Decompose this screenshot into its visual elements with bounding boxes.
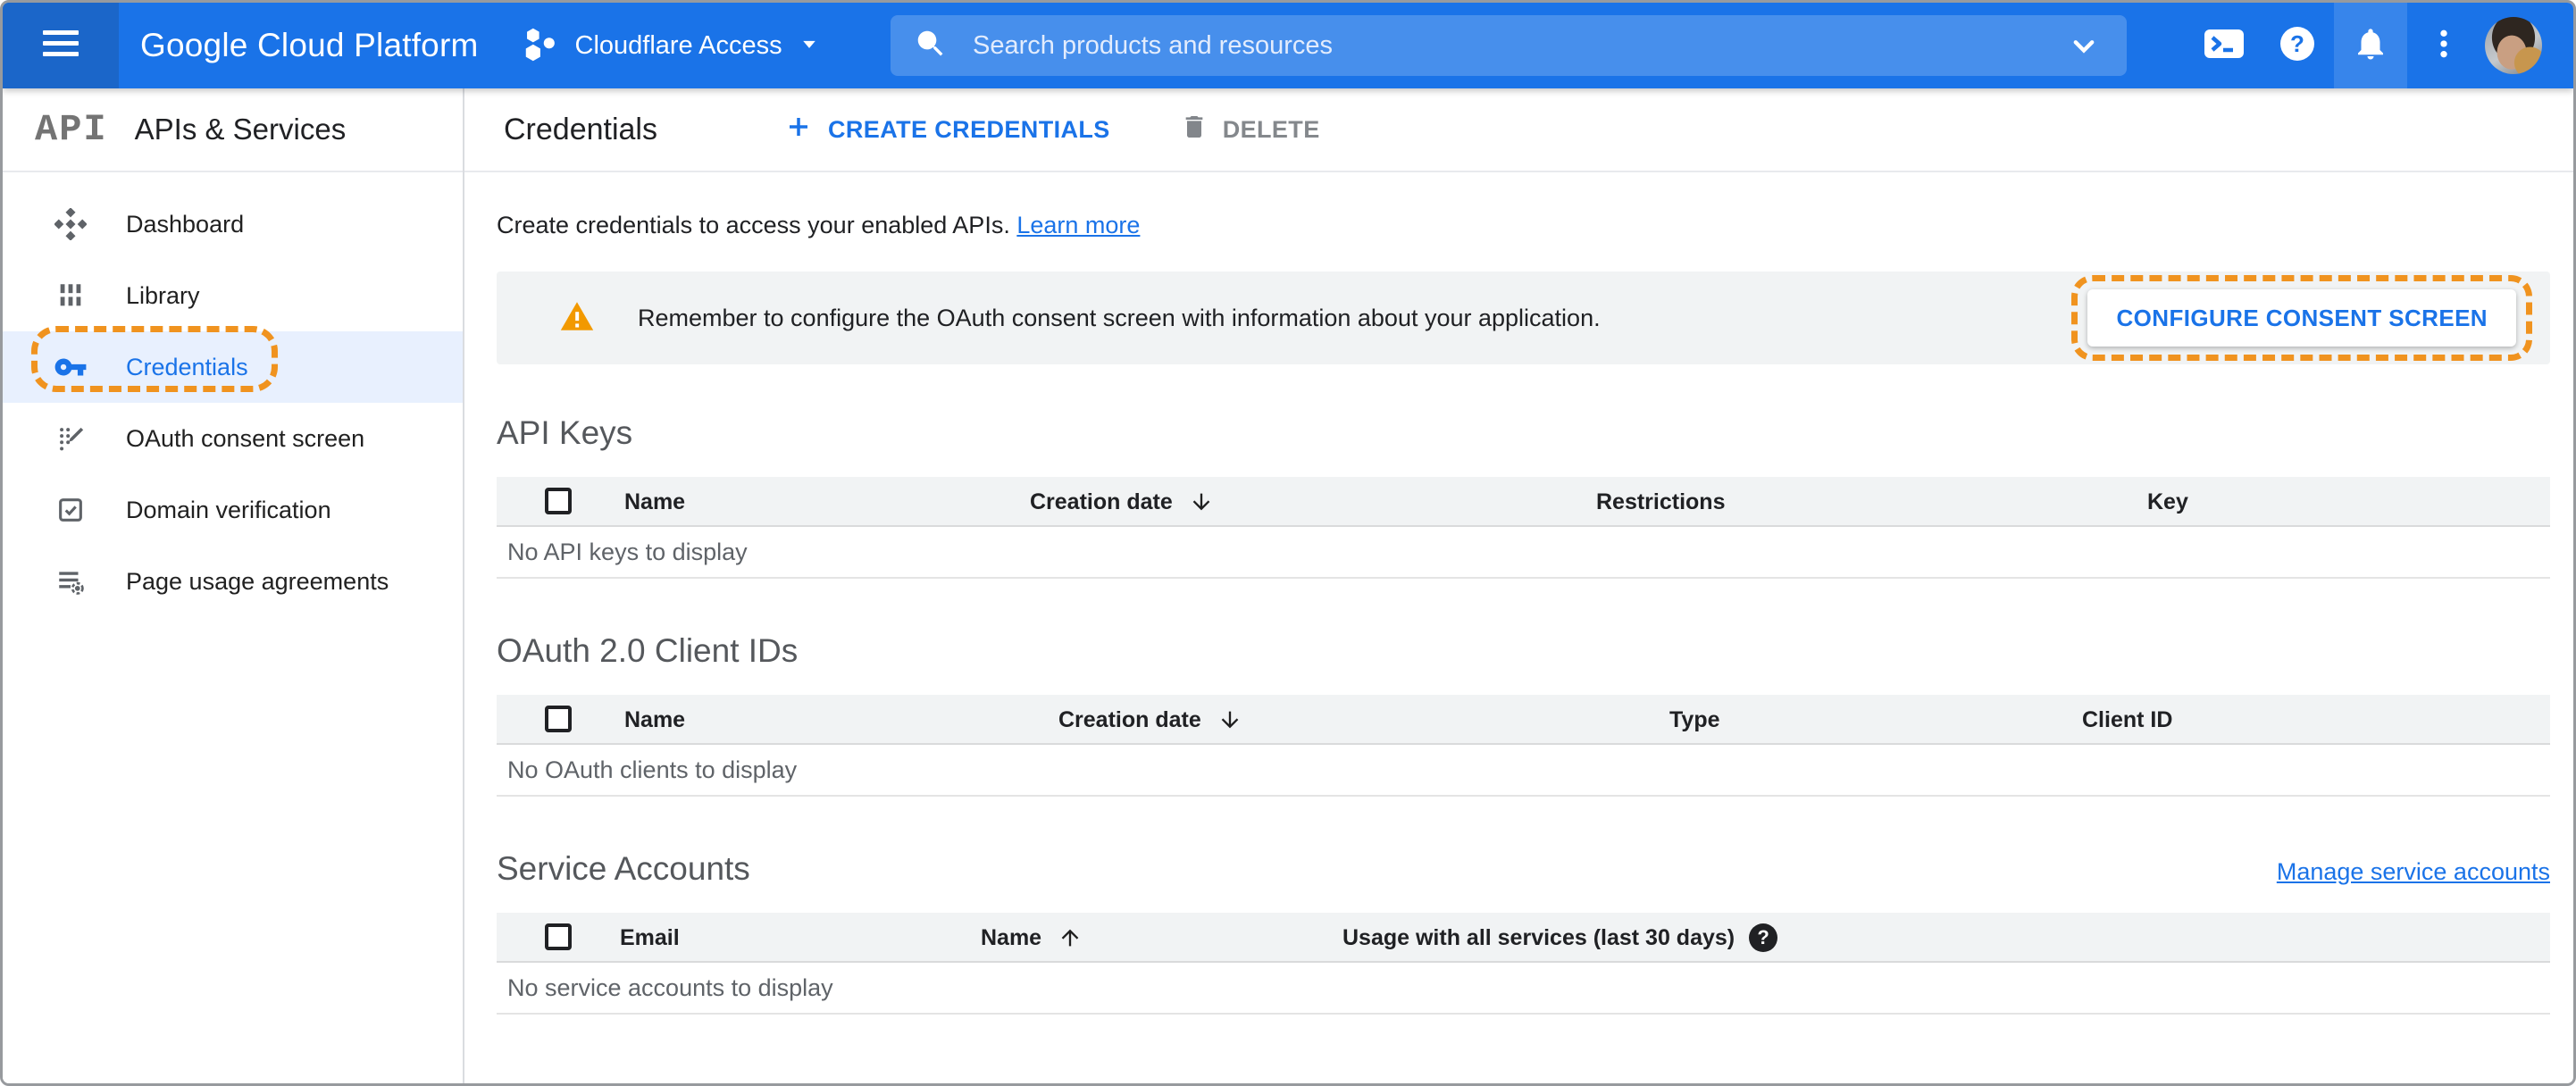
gcp-console-window: Google Cloud Platform Cloudflare Access … <box>0 0 2576 1086</box>
column-header-key[interactable]: Key <box>2147 477 2188 527</box>
column-header-type[interactable]: Type <box>1669 695 1720 745</box>
sidebar-item-library[interactable]: Library <box>3 260 463 331</box>
column-header-name[interactable]: Name <box>981 913 1083 963</box>
delete-button[interactable]: DELETE <box>1180 113 1320 147</box>
service-accounts-section-title: Service Accounts <box>497 850 750 887</box>
create-credentials-button[interactable]: CREATE CREDENTIALS <box>785 113 1110 146</box>
page-toolbar: Credentials CREATE CREDENTIALS DELETE <box>464 88 2573 172</box>
sidebar-item-page-usage-agreements[interactable]: Page usage agreements <box>3 546 463 617</box>
column-header-restrictions[interactable]: Restrictions <box>1596 477 1725 527</box>
delete-label: DELETE <box>1222 115 1320 143</box>
sidebar-header: API APIs & Services <box>3 88 463 172</box>
api-keys-empty-state: No API keys to display <box>497 527 2550 579</box>
api-keys-table-header: Name Creation date Restrictions Key <box>497 477 2550 527</box>
more-options-button[interactable] <box>2407 3 2480 88</box>
main-panel: Credentials CREATE CREDENTIALS DELETE Cr <box>464 88 2573 1083</box>
select-all-checkbox[interactable] <box>545 923 572 950</box>
warning-message: Remember to configure the OAuth consent … <box>638 304 1601 331</box>
sidebar-item-label: Domain verification <box>126 496 331 523</box>
domain-verification-icon <box>53 495 88 525</box>
account-button[interactable] <box>2480 17 2547 74</box>
sidebar-item-label: OAuth consent screen <box>126 424 365 452</box>
intro-sentence: Create credentials to access your enable… <box>497 212 1010 238</box>
avatar <box>2485 17 2542 74</box>
sidebar-item-domain-verification[interactable]: Domain verification <box>3 474 463 546</box>
sidebar-title: APIs & Services <box>134 113 347 146</box>
sidebar-nav: Dashboard Library Credentials OAuth cons… <box>3 172 463 617</box>
main-menu-button[interactable] <box>3 3 119 88</box>
column-header-creation-date[interactable]: Creation date <box>1058 695 1242 745</box>
sidebar: API APIs & Services Dashboard Library Cr… <box>3 88 464 1083</box>
service-accounts-title-row: Service Accounts Manage service accounts <box>497 850 2550 888</box>
dashboard-icon <box>53 208 88 240</box>
column-header-usage[interactable]: Usage with all services (last 30 days) ? <box>1342 913 1778 963</box>
sidebar-item-dashboard[interactable]: Dashboard <box>3 188 463 260</box>
sidebar-item-label: Dashboard <box>126 210 245 238</box>
oauth-clients-table-header: Name Creation date Type Client ID <box>497 695 2550 745</box>
sidebar-item-oauth-consent-screen[interactable]: OAuth consent screen <box>3 403 463 474</box>
oauth-clients-empty-state: No OAuth clients to display <box>497 745 2550 797</box>
manage-service-accounts-link[interactable]: Manage service accounts <box>2277 858 2550 886</box>
warning-icon <box>559 299 595 338</box>
column-header-email[interactable]: Email <box>620 913 680 963</box>
column-header-name[interactable]: Name <box>624 695 685 745</box>
creation-date-label: Creation date <box>1030 489 1173 514</box>
cloud-shell-icon <box>2204 26 2245 66</box>
creation-date-label: Creation date <box>1058 706 1201 732</box>
notifications-button[interactable] <box>2334 3 2407 88</box>
service-accounts-empty-state: No service accounts to display <box>497 963 2550 1015</box>
topbar-action-icons: ? <box>2187 3 2547 88</box>
svg-text:?: ? <box>2290 30 2304 57</box>
usage-label: Usage with all services (last 30 days) <box>1342 924 1735 950</box>
project-selector[interactable]: Cloudflare Access <box>522 24 822 68</box>
search-input[interactable]: Search products and resources <box>891 15 2127 76</box>
usage-help-icon[interactable]: ? <box>1749 923 1778 952</box>
cloud-shell-button[interactable] <box>2187 3 2261 88</box>
oauth-consent-icon <box>53 423 88 454</box>
oauth-consent-warning-banner: Remember to configure the OAuth consent … <box>497 272 2550 364</box>
project-switcher-icon <box>522 24 561 68</box>
select-all-checkbox[interactable] <box>545 488 572 514</box>
consent-annotation-highlight: CONFIGURE CONSENT SCREEN <box>2071 275 2532 361</box>
api-keys-section-title: API Keys <box>497 414 633 451</box>
sidebar-item-credentials[interactable]: Credentials <box>3 331 463 403</box>
sidebar-item-label: Credentials <box>126 353 248 380</box>
page-content: Create credentials to access your enable… <box>464 212 2573 1015</box>
kebab-icon <box>2426 26 2462 66</box>
help-button[interactable]: ? <box>2261 3 2334 88</box>
sort-desc-icon <box>1217 707 1242 732</box>
sort-asc-icon <box>1058 925 1083 950</box>
select-all-checkbox[interactable] <box>545 706 572 732</box>
name-label: Name <box>981 924 1042 950</box>
service-accounts-table-header: Email Name Usage with all services (last… <box>497 913 2550 963</box>
help-icon: ? <box>2279 26 2315 66</box>
gcp-logo[interactable]: Google Cloud Platform <box>140 27 479 64</box>
column-header-name[interactable]: Name <box>624 477 685 527</box>
library-icon <box>53 280 88 311</box>
trash-icon <box>1180 113 1209 147</box>
search-expand-chevron-icon[interactable] <box>2064 26 2103 65</box>
sort-desc-icon <box>1189 489 1214 514</box>
top-navigation-bar: Google Cloud Platform Cloudflare Access … <box>3 3 2573 88</box>
oauth-clients-section-title: OAuth 2.0 Client IDs <box>497 632 799 669</box>
sidebar-item-label: Library <box>126 281 200 309</box>
page-usage-agreements-icon <box>53 566 88 597</box>
api-product-logo: API <box>35 108 108 151</box>
configure-consent-screen-button[interactable]: CONFIGURE CONSENT SCREEN <box>2087 289 2516 347</box>
hamburger-icon <box>43 29 79 62</box>
column-header-client-id[interactable]: Client ID <box>2082 695 2172 745</box>
plus-icon <box>785 113 812 146</box>
sidebar-item-label: Page usage agreements <box>126 567 389 595</box>
key-icon <box>53 350 88 384</box>
create-credentials-label: CREATE CREDENTIALS <box>827 115 1110 143</box>
project-name: Cloudflare Access <box>574 30 782 60</box>
bell-icon <box>2352 25 2389 67</box>
learn-more-link[interactable]: Learn more <box>1016 212 1140 238</box>
page-title: Credentials <box>504 112 657 146</box>
intro-text: Create credentials to access your enable… <box>497 212 2550 239</box>
column-header-creation-date[interactable]: Creation date <box>1030 477 1214 527</box>
chevron-down-icon <box>797 31 822 61</box>
search-placeholder: Search products and resources <box>973 30 1333 60</box>
search-icon <box>914 27 948 65</box>
